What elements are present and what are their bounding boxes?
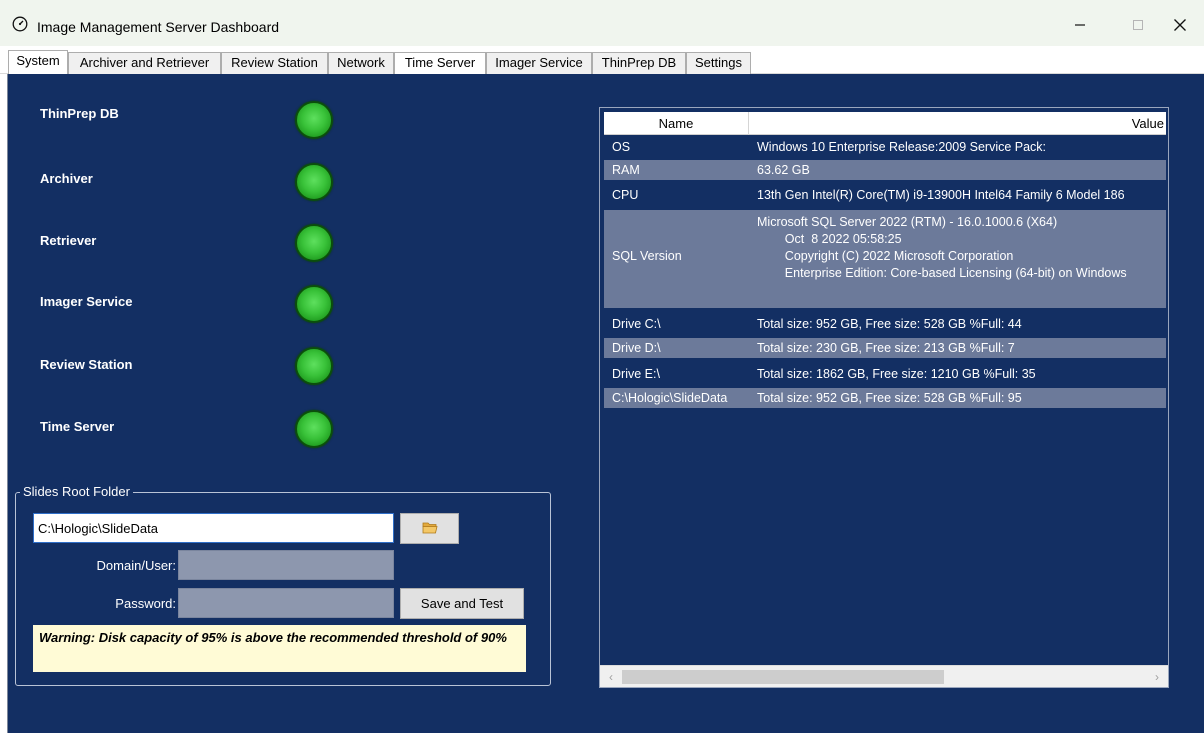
service-label-thinprep-db: ThinPrep DB <box>40 106 119 121</box>
domain-user-label: Domain/User: <box>96 558 176 573</box>
row-value: 63.62 GB <box>757 163 810 177</box>
row-value: Windows 10 Enterprise Release:2009 Servi… <box>757 140 1047 154</box>
row-name: RAM <box>612 163 640 177</box>
column-header-value[interactable]: Value <box>750 112 1166 135</box>
status-led-retriever <box>295 224 333 262</box>
tab-imager-service[interactable]: Imager Service <box>486 52 592 74</box>
tab-network[interactable]: Network <box>328 52 394 74</box>
row-name: CPU <box>612 188 639 202</box>
table-row[interactable]: RAM 63.62 GB <box>604 160 1166 180</box>
tab-strip: System Archiver and Retriever Review Sta… <box>0 50 1204 74</box>
table-row[interactable]: OS Windows 10 Enterprise Release:2009 Se… <box>604 136 1166 159</box>
tab-settings[interactable]: Settings <box>686 52 751 74</box>
row-value: Total size: 230 GB, Free size: 213 GB %F… <box>757 341 1015 355</box>
scrollbar-thumb[interactable] <box>622 670 944 684</box>
maximize-button[interactable] <box>1118 10 1158 40</box>
window-title: Image Management Server Dashboard <box>37 19 280 35</box>
row-value: Total size: 952 GB, Free size: 528 GB %F… <box>757 391 1022 405</box>
domain-user-input[interactable] <box>178 550 394 580</box>
title-bar: Image Management Server Dashboard <box>0 0 1204 46</box>
row-value: Total size: 952 GB, Free size: 528 GB %F… <box>757 317 1022 331</box>
row-name: OS <box>612 140 631 154</box>
table-row[interactable]: C:\Hologic\SlideData Total size: 952 GB,… <box>604 388 1166 408</box>
row-name: Drive C:\ <box>612 317 661 331</box>
scroll-left-icon[interactable]: ‹ <box>602 668 620 686</box>
row-value: Microsoft SQL Server 2022 (RTM) - 16.0.1… <box>757 215 1127 280</box>
service-label-archiver: Archiver <box>40 171 93 186</box>
table-row[interactable]: SQL Version Microsoft SQL Server 2022 (R… <box>604 210 1166 308</box>
slides-path-input[interactable] <box>33 513 394 543</box>
disk-capacity-warning: Warning: Disk capacity of 95% is above t… <box>33 625 526 672</box>
status-led-thinprep-db <box>295 101 333 139</box>
tab-archiver-and-retriever[interactable]: Archiver and Retriever <box>68 52 221 74</box>
folder-open-icon <box>422 521 438 537</box>
tab-time-server[interactable]: Time Server <box>394 52 486 74</box>
gauge-icon <box>12 16 28 32</box>
browse-folder-button[interactable] <box>400 513 459 544</box>
table-row[interactable]: Drive D:\ Total size: 230 GB, Free size:… <box>604 338 1166 358</box>
password-input[interactable] <box>178 588 394 618</box>
column-header-name[interactable]: Name <box>604 112 749 135</box>
table-row[interactable]: Drive E:\ Total size: 1862 GB, Free size… <box>604 362 1166 386</box>
status-led-time-server <box>295 410 333 448</box>
row-name: Drive D:\ <box>612 341 661 355</box>
status-led-imager-service <box>295 285 333 323</box>
horizontal-scrollbar[interactable]: ‹ › <box>600 665 1168 687</box>
table-row[interactable]: Drive C:\ Total size: 952 GB, Free size:… <box>604 312 1166 336</box>
tab-thinprep-db[interactable]: ThinPrep DB <box>592 52 686 74</box>
grid-header: Name Value <box>604 112 1166 135</box>
row-value: 13th Gen Intel(R) Core(TM) i9-13900H Int… <box>757 188 1125 202</box>
close-button[interactable] <box>1160 10 1200 40</box>
tab-system[interactable]: System <box>8 50 68 74</box>
service-label-review-station: Review Station <box>40 357 133 372</box>
row-name: Drive E:\ <box>612 367 660 381</box>
scroll-right-icon[interactable]: › <box>1148 668 1166 686</box>
status-led-review-station <box>295 347 333 385</box>
service-label-imager-service: Imager Service <box>40 294 133 309</box>
row-name: C:\Hologic\SlideData <box>612 391 728 405</box>
row-name: SQL Version <box>612 249 682 263</box>
tab-review-station[interactable]: Review Station <box>221 52 328 74</box>
save-and-test-button[interactable]: Save and Test <box>400 588 524 619</box>
slides-root-folder-title: Slides Root Folder <box>20 484 133 499</box>
table-row[interactable]: CPU 13th Gen Intel(R) Core(TM) i9-13900H… <box>604 181 1166 210</box>
window-left-edge <box>0 74 8 733</box>
system-info-grid[interactable]: Name Value OS Windows 10 Enterprise Rele… <box>599 107 1169 688</box>
service-label-retriever: Retriever <box>40 233 97 248</box>
password-label: Password: <box>115 596 176 611</box>
minimize-button[interactable] <box>1060 10 1100 40</box>
status-led-archiver <box>295 163 333 201</box>
row-value: Total size: 1862 GB, Free size: 1210 GB … <box>757 367 1036 381</box>
service-label-time-server: Time Server <box>40 419 115 434</box>
